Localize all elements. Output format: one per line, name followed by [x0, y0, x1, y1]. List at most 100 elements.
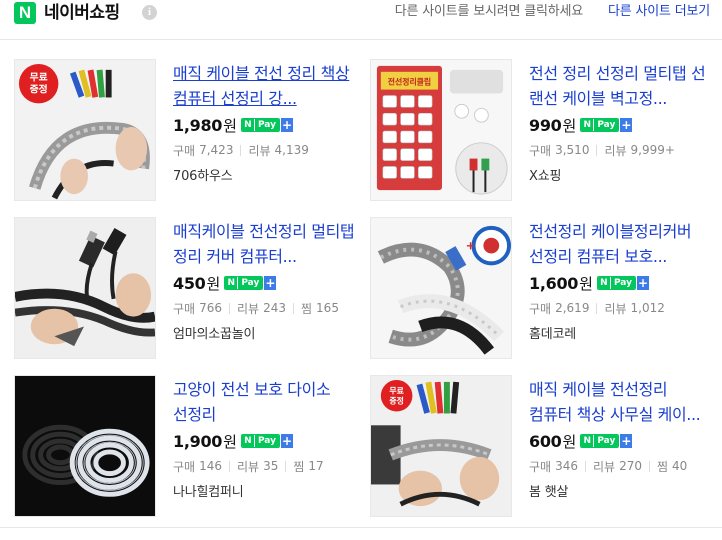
product-card[interactable]: 전선정리클립 전선 정리 선정리 멀티탭 선 랜선 케이블 벽고정... 990… [370, 59, 720, 201]
svg-text:증정: 증정 [30, 83, 48, 96]
npay-plus-icon: + [280, 434, 293, 448]
stat-separator [649, 460, 650, 472]
wish-label: 찜 [301, 301, 313, 316]
stat-separator [285, 460, 287, 472]
npay-label: Pay [593, 435, 619, 447]
stat-separator [229, 460, 230, 472]
product-title[interactable]: 전선정리 케이블정리커버 선정리 컴퓨터 보호... [529, 219, 711, 269]
spiral-cable-cover-image: + [371, 218, 511, 358]
purchase-label: 구매 [173, 301, 196, 316]
npay-plus-icon: + [636, 276, 649, 290]
review-label: 리뷰 [237, 301, 260, 316]
shop-name[interactable]: X쇼핑 [529, 165, 711, 184]
product-image[interactable]: + [370, 217, 512, 359]
shop-name[interactable]: 홈데코레 [529, 323, 711, 342]
review-count: 35 [263, 459, 279, 473]
stat-separator [293, 302, 294, 314]
svg-text:무료: 무료 [389, 387, 404, 396]
product-stats: 구매 3,510 리뷰 9,999+ [529, 142, 711, 158]
wish-count: 165 [316, 301, 339, 315]
review-count: 4,139 [274, 143, 309, 157]
purchase-count: 146 [199, 459, 222, 473]
product-card[interactable]: + 전선정리 케이블정리커버 선정리 컴퓨터 보호... 1,600 원 N Pay… [370, 217, 720, 359]
product-card[interactable]: 무료 증정 매직 케이블 전선정리 컴퓨터 책상 사무실 케이... 600 원 … [370, 375, 720, 517]
divider [0, 39, 722, 40]
naver-logo-icon: N [14, 2, 36, 24]
product-title[interactable]: 매직 케이블 전선정리 컴퓨터 책상 사무실 케이... [529, 377, 711, 427]
stat-separator [585, 460, 586, 472]
product-image[interactable] [14, 375, 156, 517]
product-price: 1,980 [173, 115, 223, 135]
npay-label: Pay [237, 277, 263, 289]
spiral-wrap-rolls-image [15, 376, 155, 516]
currency-label: 원 [562, 116, 577, 135]
npay-plus-icon: + [620, 118, 633, 132]
purchase-count: 7,423 [199, 143, 234, 157]
purchase-label: 구매 [529, 143, 552, 158]
wish-label: 찜 [293, 459, 305, 474]
npay-label: Pay [253, 119, 279, 131]
review-label: 리뷰 [604, 143, 627, 158]
review-count: 9,999+ [630, 143, 675, 157]
currency-label: 원 [223, 432, 237, 451]
npay-badge: N Pay [240, 434, 280, 448]
shop-name[interactable]: 봄 햇살 [529, 481, 711, 500]
npay-n-icon: N [225, 277, 238, 289]
purchase-count: 766 [199, 301, 222, 315]
product-stats: 구매 146 리뷰 35 찜 17 [173, 458, 355, 474]
product-image[interactable]: 전선정리클립 [370, 59, 512, 201]
npay-n-icon: N [581, 119, 594, 131]
review-label: 리뷰 [604, 301, 627, 316]
shop-name[interactable]: 나나힐컴퍼니 [173, 481, 355, 500]
more-sites-link[interactable]: 다른 사이트 더보기 [608, 4, 710, 20]
review-label: 리뷰 [237, 459, 260, 474]
shop-name[interactable]: 706하우스 [173, 165, 355, 184]
currency-label: 원 [562, 432, 577, 451]
product-card[interactable]: 매직케이블 전선정리 멀티탭 정리 커버 컴퓨터... 450 원 N Pay + … [14, 217, 364, 359]
product-stats: 구매 2,619 리뷰 1,012 [529, 300, 711, 316]
product-price: 600 [529, 431, 562, 451]
npay-n-icon: N [581, 435, 594, 447]
product-price: 450 [173, 273, 206, 293]
product-title[interactable]: 매직 케이블 전선 정리 책상 컴퓨터 선정리 강... [173, 61, 355, 111]
purchase-count: 346 [555, 459, 578, 473]
wish-label: 찜 [657, 459, 669, 474]
currency-label: 원 [579, 274, 593, 293]
product-stats: 구매 766 리뷰 243 찜 165 [173, 300, 355, 316]
product-stats: 구매 346 리뷰 270 찜 40 [529, 458, 711, 474]
shop-name[interactable]: 엄마의소꿉놀이 [173, 323, 355, 342]
stat-separator [596, 302, 598, 314]
product-image[interactable] [14, 217, 156, 359]
svg-text:증정: 증정 [389, 396, 404, 406]
review-count: 270 [619, 459, 642, 473]
product-title[interactable]: 전선 정리 선정리 멀티탭 선 랜선 케이블 벽고정... [529, 61, 711, 111]
product-title[interactable]: 고양이 전선 보호 다이소 선정리 [173, 377, 355, 427]
product-price: 990 [529, 115, 562, 135]
purchase-label: 구매 [529, 459, 552, 474]
product-image[interactable]: 무료 증정 [370, 375, 512, 517]
npay-badge: N Pay [580, 118, 620, 132]
product-image[interactable]: 무료 증정 [14, 59, 156, 201]
npay-badge: N Pay [240, 118, 280, 132]
npay-n-icon: N [241, 435, 254, 447]
wish-count: 17 [308, 459, 324, 473]
svg-text:전선정리클립: 전선정리클립 [388, 77, 431, 87]
naver-shopping-title[interactable]: 네이버쇼핑 [44, 2, 120, 24]
product-price: 1,900 [173, 431, 223, 451]
purchase-label: 구매 [173, 143, 196, 158]
product-card[interactable]: 무료 증정 매직 케이블 전선 정리 책상 컴퓨터 선정리 강... 1,980… [14, 59, 364, 201]
product-card[interactable]: 고양이 전선 보호 다이소 선정리 1,900 원 N Pay + 구매 146 리뷰… [14, 375, 364, 517]
info-icon[interactable]: i [142, 5, 157, 20]
npay-n-icon: N [597, 277, 610, 289]
cable-wrap-image [15, 218, 155, 358]
other-sites-hint: 다른 사이트를 보시려면 클릭하세요 [394, 4, 583, 19]
npay-label: Pay [253, 435, 279, 447]
npay-n-icon: N [241, 119, 254, 131]
purchase-label: 구매 [173, 459, 196, 474]
review-count: 243 [263, 301, 286, 315]
cable-clip-package-image: 전선정리클립 [371, 60, 511, 200]
stat-separator [229, 302, 230, 314]
npay-label: Pay [609, 277, 635, 289]
svg-text:무료: 무료 [30, 72, 48, 84]
product-title[interactable]: 매직케이블 전선정리 멀티탭 정리 커버 컴퓨터... [173, 219, 355, 269]
